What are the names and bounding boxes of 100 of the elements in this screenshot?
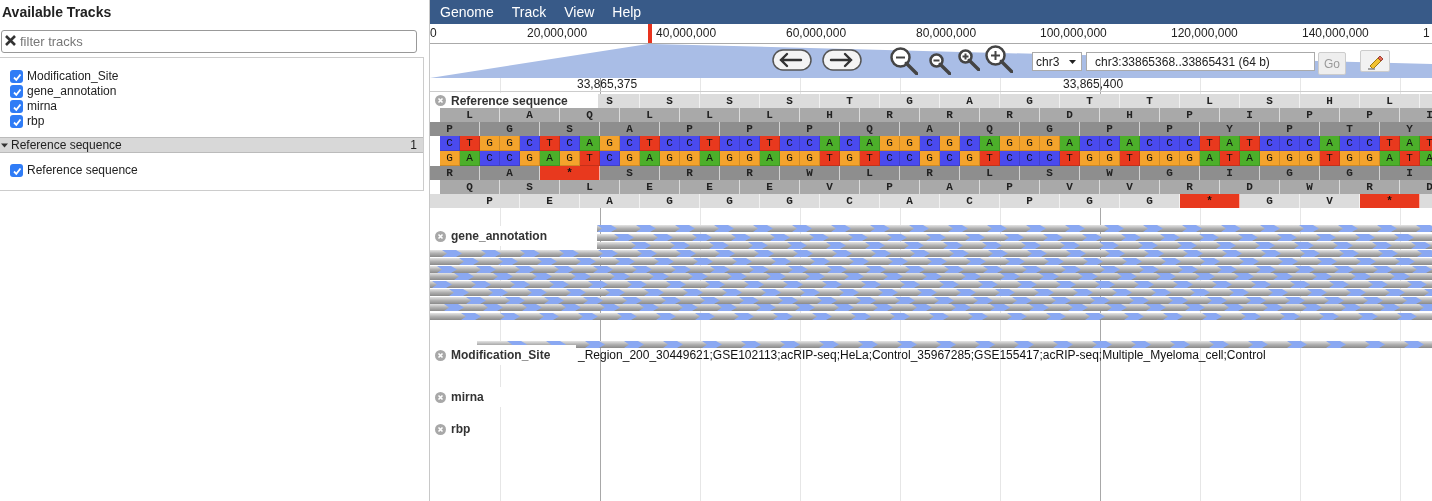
dropdown-icon[interactable] — [1069, 59, 1076, 64]
sequence-base: C — [440, 136, 460, 151]
sequence-base: A — [580, 136, 600, 151]
sequence-base: C — [1140, 136, 1160, 151]
sequence-base: C — [940, 151, 960, 166]
amino-acid: I — [1380, 166, 1432, 180]
amino-acid: E — [740, 180, 800, 194]
amino-acid: * — [1180, 194, 1240, 208]
amino-acid: R — [860, 108, 920, 122]
scale-label: 20,000,000 — [527, 26, 588, 40]
zoom-out-icon[interactable] — [929, 53, 951, 75]
close-icon[interactable] — [435, 95, 446, 106]
scale-label: 80,000,000 — [916, 26, 977, 40]
sequence-base: A — [1060, 136, 1080, 151]
amino-acid: Q — [560, 108, 620, 122]
sequence-base: G — [1040, 136, 1060, 151]
amino-acid: A — [480, 166, 540, 180]
amino-acid: P — [720, 122, 780, 136]
sequence-base: G — [1020, 136, 1040, 151]
location-marker[interactable] — [648, 24, 652, 43]
close-icon[interactable] — [435, 349, 446, 361]
track-name[interactable]: Reference sequence — [27, 163, 138, 178]
zoom-in-icon[interactable] — [985, 45, 1013, 73]
sequence-base: C — [1260, 136, 1280, 151]
filter-field[interactable]: filter tracks — [1, 30, 417, 53]
amino-acid: R — [720, 166, 780, 180]
track-name[interactable]: Modification_Site — [27, 69, 119, 84]
amino-acid: S — [1020, 166, 1080, 180]
sequence-base: G — [520, 151, 540, 166]
sequence-base: T — [1400, 151, 1420, 166]
category-header[interactable]: Reference sequence 1 — [0, 137, 423, 153]
track-name[interactable]: gene_annotation — [27, 84, 117, 99]
amino-acid: G — [1260, 166, 1320, 180]
close-icon[interactable] — [435, 423, 446, 435]
sequence-base: G — [840, 151, 860, 166]
sequence-base: G — [900, 136, 920, 151]
amino-acid: W — [1080, 166, 1140, 180]
checkbox[interactable] — [10, 70, 23, 83]
sequence-base: G — [1300, 151, 1320, 166]
track-name[interactable]: mirna — [27, 99, 57, 114]
track-label[interactable]: Reference sequence — [430, 93, 598, 108]
sequence-base: G — [920, 151, 940, 166]
sequence-base: T — [1220, 151, 1240, 166]
sequence-base: C — [900, 151, 920, 166]
track-name[interactable]: rbp — [27, 114, 45, 129]
sequence-base: C — [880, 151, 900, 166]
track-name: gene_annotation — [451, 228, 547, 245]
amino-acid: R — [920, 108, 980, 122]
sequence-base: T — [980, 151, 1000, 166]
menu-item[interactable]: Track — [503, 2, 555, 22]
sequence-base: T — [1380, 136, 1400, 151]
sequence-base: C — [920, 136, 940, 151]
amino-acid: L — [840, 166, 900, 180]
amino-acid: L — [740, 108, 800, 122]
sequence-base: A — [1320, 136, 1340, 151]
zoom-out-icon[interactable] — [890, 47, 918, 75]
menu-item[interactable]: Genome — [432, 2, 502, 22]
zoom-in-icon[interactable] — [958, 49, 980, 71]
menu-item[interactable]: Help — [604, 2, 650, 22]
amino-acid: R — [900, 166, 960, 180]
sequence-base: C — [1360, 136, 1380, 151]
checkbox[interactable] — [10, 85, 23, 98]
amino-acid: V — [1040, 180, 1100, 194]
amino-acid: L — [960, 166, 1020, 180]
clear-icon[interactable] — [5, 35, 16, 46]
amino-acid: V — [800, 180, 860, 194]
chromosome-select[interactable]: chr3 — [1032, 52, 1082, 71]
checkbox[interactable] — [10, 164, 23, 177]
check-icon — [11, 116, 22, 127]
close-icon[interactable] — [435, 230, 446, 242]
sequence-base: C — [800, 136, 820, 151]
amino-acid: D — [1400, 180, 1432, 194]
sequence-base: A — [1220, 136, 1240, 151]
amino-acid: H — [800, 108, 860, 122]
sequence-base: T — [1120, 151, 1140, 166]
check-icon — [11, 71, 22, 82]
amino-acid: E — [620, 180, 680, 194]
amino-acid: P — [1140, 122, 1200, 136]
checkbox[interactable] — [10, 115, 23, 128]
location-field[interactable]: chr3:33865368..33865431 (64 b) — [1086, 52, 1315, 71]
amino-acid: Q — [440, 180, 500, 194]
menu-item[interactable]: View — [556, 2, 603, 22]
track-name: mirna — [451, 389, 484, 406]
sequence-base: T — [460, 136, 480, 151]
amino-acid: Q — [840, 122, 900, 136]
sequence-base: C — [1340, 136, 1360, 151]
amino-acid: R — [660, 166, 720, 180]
highlight-button[interactable] — [1360, 50, 1390, 72]
close-icon[interactable] — [435, 391, 446, 403]
sequence-base: G — [720, 151, 740, 166]
sequence-base: C — [840, 136, 860, 151]
disclosure-icon[interactable] — [1, 141, 8, 149]
amino-acid: L — [620, 108, 680, 122]
sequence-base: G — [1160, 151, 1180, 166]
sequence-base: G — [440, 151, 460, 166]
checkbox[interactable] — [10, 100, 23, 113]
scale-label: 60,000,000 — [786, 26, 847, 40]
sequence-base: T — [1060, 151, 1080, 166]
amino-acid: P — [1160, 108, 1220, 122]
track-name: rbp — [451, 421, 471, 438]
